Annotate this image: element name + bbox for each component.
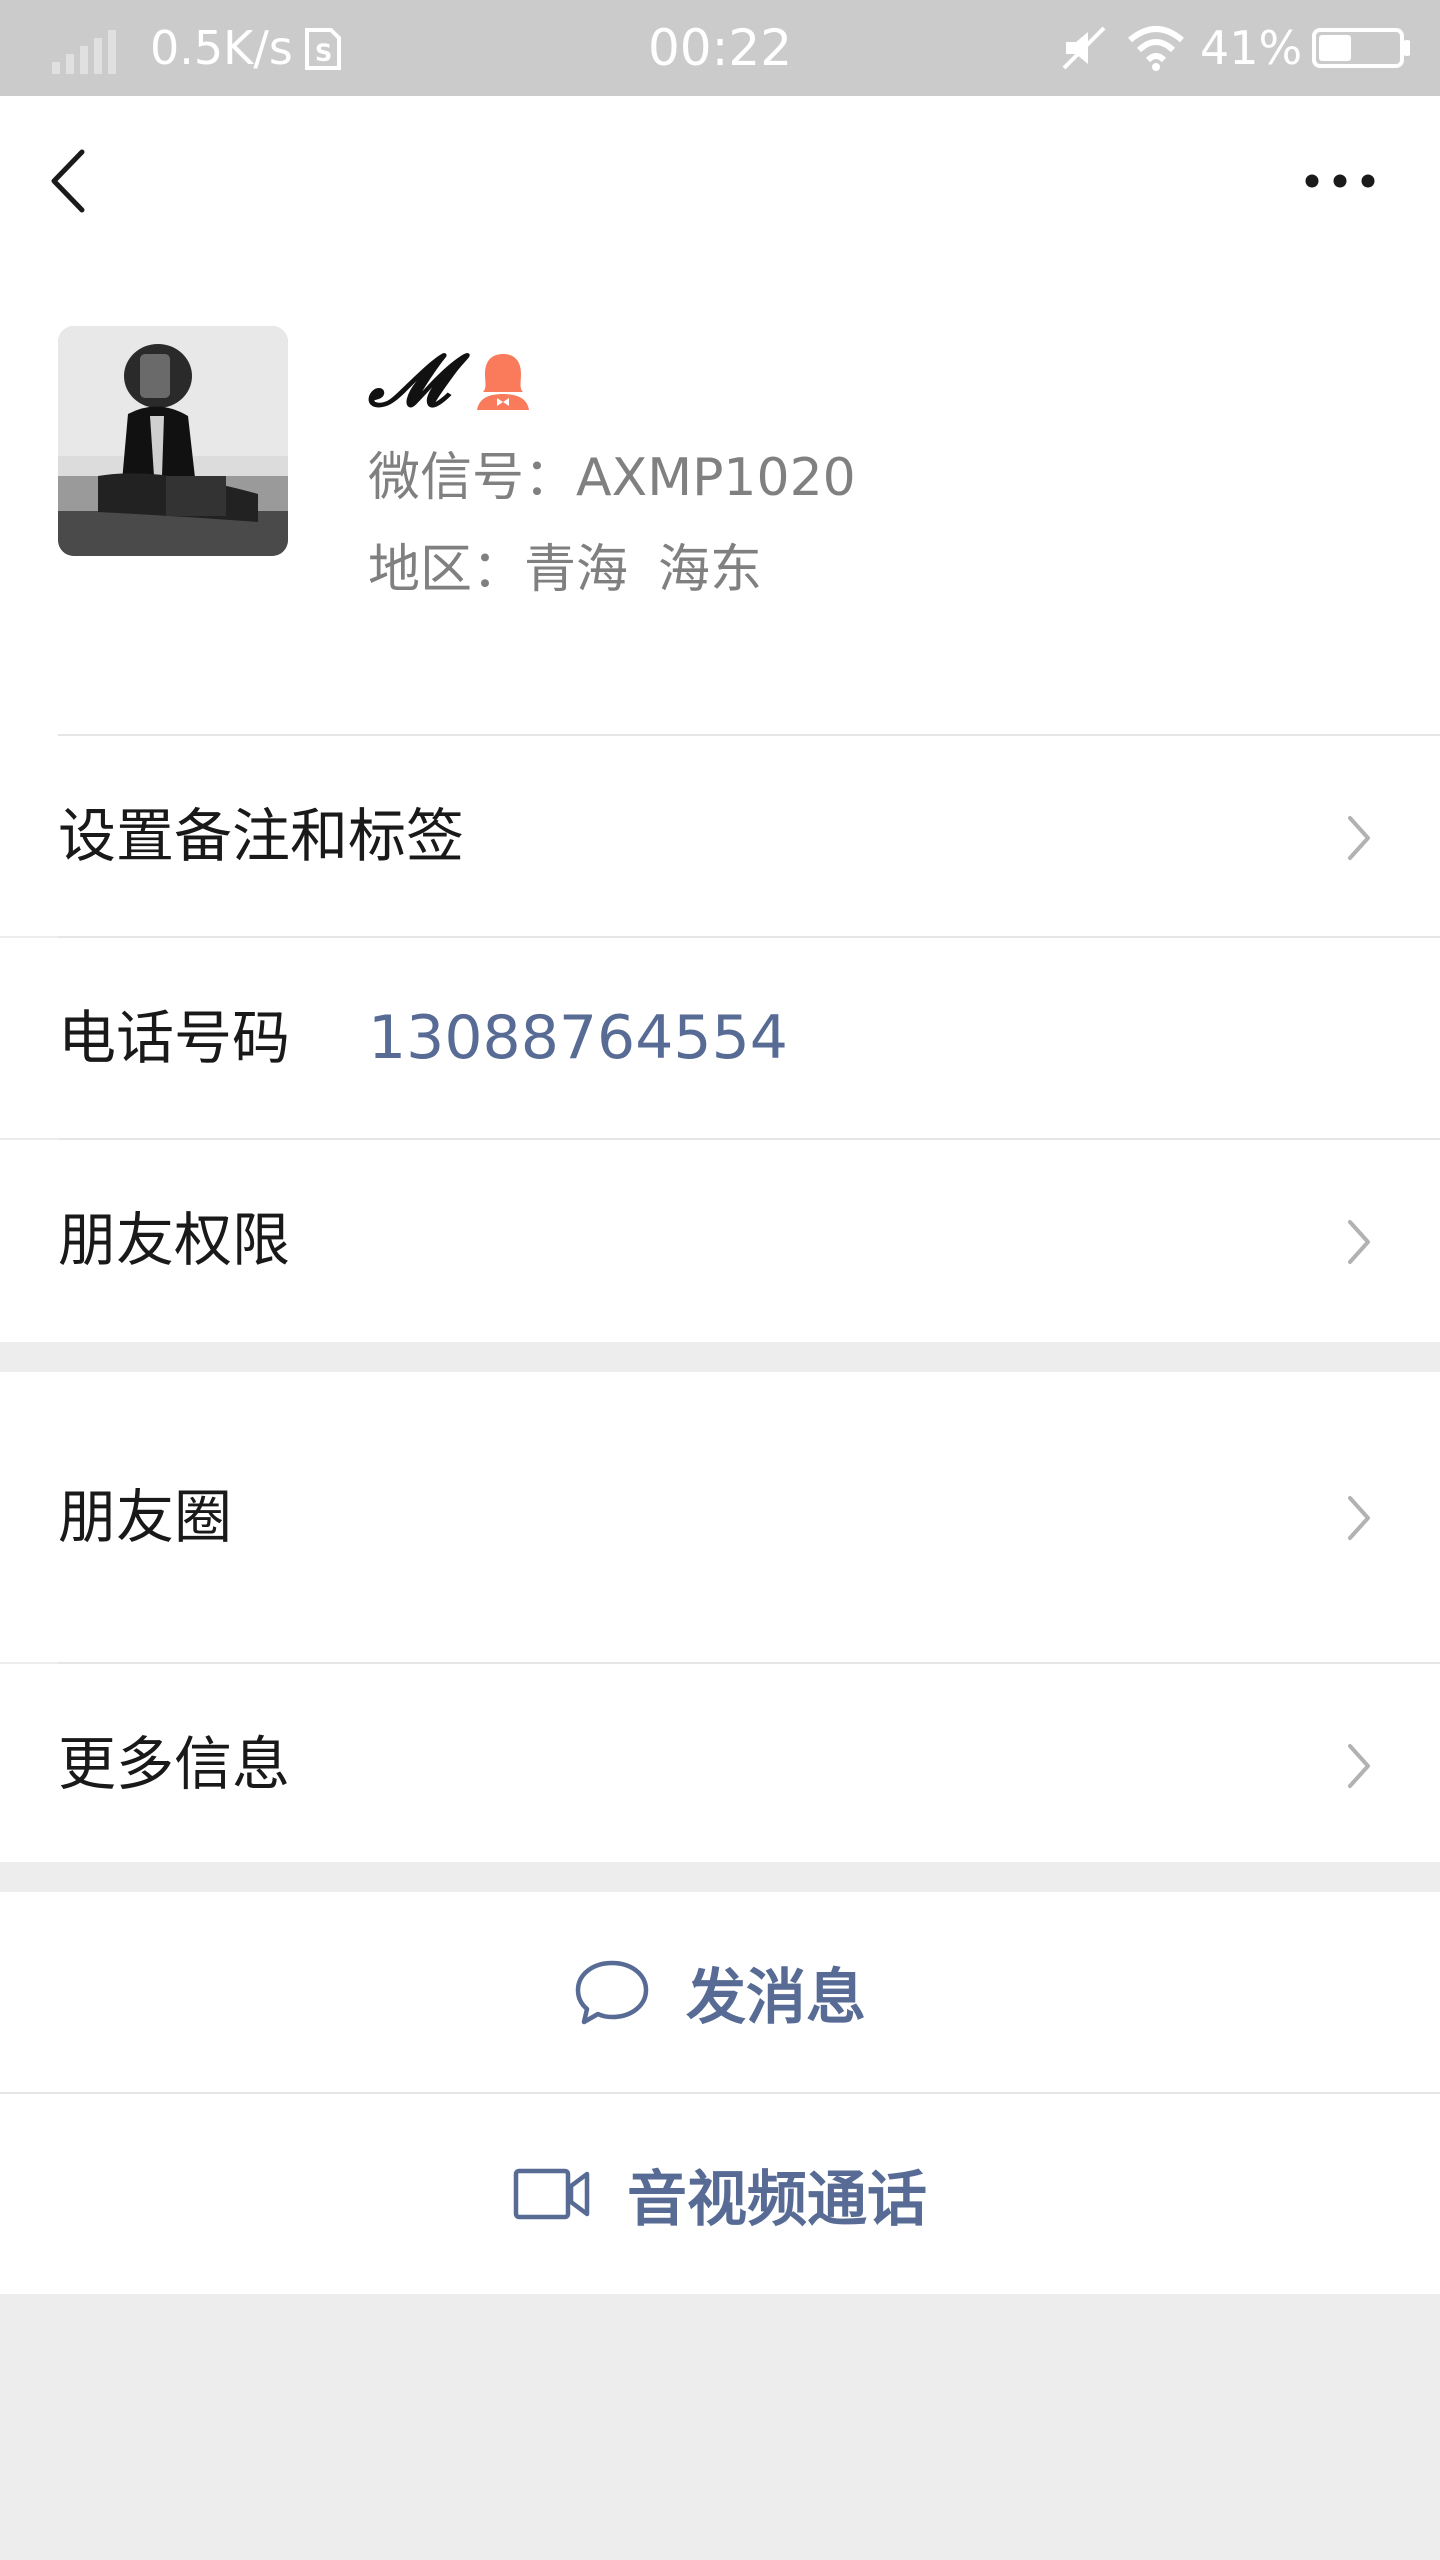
chevron-right-icon [1348, 1220, 1370, 1264]
chevron-right-icon [1348, 816, 1370, 860]
phone-row: 电话号码 13088764554 [0, 938, 1440, 1138]
region-province: 青海 [524, 540, 629, 600]
contact-name: 𝓜 [368, 337, 449, 422]
friend-permissions-label: 朋友权限 [58, 1206, 291, 1274]
remark-tags-label: 设置备注和标签 [58, 802, 465, 870]
status-bar: 0.5K/s S 00:22 41% [0, 0, 1440, 96]
battery-percent: 41% [1200, 21, 1303, 75]
profile-header: 𝓜 微信号：AXMP1020 地区：青海 海东 [0, 266, 1440, 736]
region-line: 地区：青海 海东 [368, 538, 762, 602]
friend-permissions-row[interactable]: 朋友权限 [0, 1140, 1440, 1342]
wechat-id-line: 微信号：AXMP1020 [368, 446, 856, 510]
battery-icon [1312, 28, 1410, 68]
video-camera-icon [513, 2168, 590, 2220]
contact-profile-screen: 0.5K/s S 00:22 41% 𝓜 微信号：AXMP1020 地区：青海 … [0, 0, 1440, 2560]
avatar-photo [58, 326, 288, 556]
female-gender-icon [476, 354, 529, 410]
name-row: 𝓜 [368, 340, 533, 420]
avatar[interactable] [58, 326, 288, 556]
region-city: 海东 [658, 540, 763, 600]
remark-tags-row[interactable]: 设置备注和标签 [0, 736, 1440, 936]
chat-bubble-icon [575, 1960, 649, 2025]
video-call-button[interactable]: 音视频通话 [0, 2094, 1440, 2294]
wechat-id-label: 微信号： [368, 448, 577, 508]
phone-number-link[interactable]: 13088764554 [368, 938, 788, 1138]
mute-icon [1062, 26, 1106, 70]
moments-label: 朋友圈 [58, 1483, 233, 1551]
wechat-id-value: AXMP1020 [576, 448, 856, 508]
send-message-button[interactable]: 发消息 [0, 1892, 1440, 2092]
more-info-row[interactable]: 更多信息 [0, 1664, 1440, 1862]
send-message-label: 发消息 [686, 1962, 866, 2033]
moments-row[interactable]: 朋友圈 [0, 1372, 1440, 1662]
phone-label: 电话号码 [58, 1004, 291, 1072]
more-dots-icon[interactable] [1300, 156, 1380, 206]
chevron-right-icon [1348, 1744, 1370, 1788]
wifi-icon [1128, 26, 1184, 71]
nav-bar [0, 96, 1440, 266]
video-call-label: 音视频通话 [627, 2164, 927, 2235]
region-label: 地区： [368, 540, 525, 600]
chevron-right-icon [1348, 1496, 1370, 1540]
back-arrow-icon[interactable] [44, 146, 94, 216]
more-info-label: 更多信息 [58, 1730, 291, 1798]
